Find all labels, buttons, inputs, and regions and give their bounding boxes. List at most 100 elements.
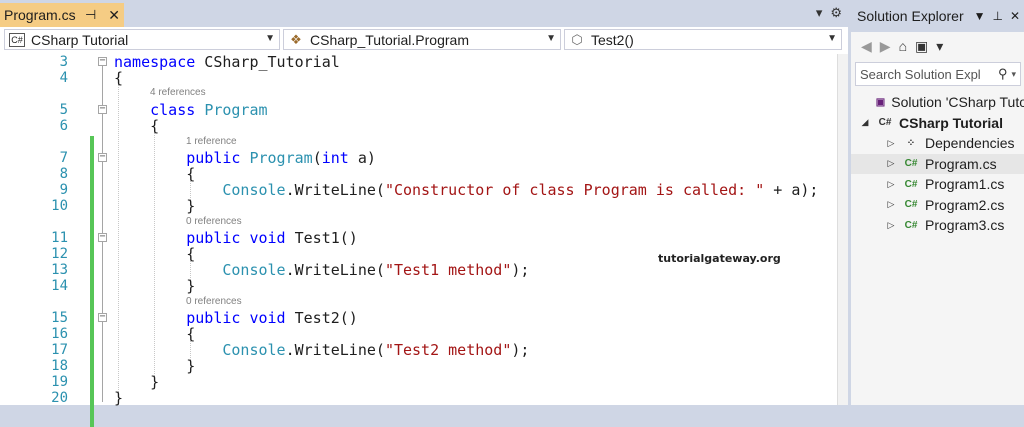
line-number: 13 bbox=[51, 262, 68, 278]
home-icon[interactable]: ⌂ bbox=[899, 38, 907, 54]
member-dropdown[interactable]: ⬡ Test2() ▼ bbox=[564, 29, 842, 50]
expand-toggle-icon[interactable]: ◢ bbox=[859, 117, 871, 128]
expand-toggle-icon[interactable]: ▷ bbox=[885, 199, 897, 210]
fold-toggle-test1[interactable]: − bbox=[98, 232, 107, 242]
tree-item-csharp-tutorial[interactable]: ◢ C# CSharp Tutorial bbox=[851, 113, 1024, 133]
project-dropdown-value: CSharp Tutorial bbox=[31, 31, 129, 48]
switch-views-icon[interactable]: ▣ bbox=[915, 38, 928, 55]
tab-label: Program.cs bbox=[4, 7, 76, 23]
csharp-project-icon: C# bbox=[9, 32, 25, 47]
vertical-scrollbar[interactable] bbox=[837, 54, 848, 405]
codelens-references[interactable]: 0 references bbox=[186, 296, 242, 307]
code-token: } bbox=[114, 277, 196, 295]
tree-item-solution-csharp-tuto[interactable]: ▣ Solution 'CSharp Tuto bbox=[851, 92, 1024, 112]
pin-icon[interactable]: ⊥ bbox=[992, 9, 1002, 23]
fold-toggle-class[interactable]: − bbox=[98, 104, 107, 114]
tree-item-program2-cs[interactable]: ▷ C# Program2.cs bbox=[851, 195, 1024, 215]
fold-toggle-namespace[interactable]: − bbox=[98, 56, 107, 66]
csharp-file-icon: C# bbox=[904, 219, 918, 231]
project-dropdown[interactable]: C# CSharp Tutorial ▼ bbox=[4, 29, 280, 50]
code-token: Test2() bbox=[285, 309, 358, 327]
codelens-references[interactable]: 1 reference bbox=[186, 136, 237, 147]
tree-item-program-cs[interactable]: ▷ C# Program.cs bbox=[851, 153, 1024, 174]
dropdown-arrow-icon[interactable]: ▼ bbox=[974, 9, 986, 23]
code-token: Program bbox=[249, 149, 313, 167]
code-token: { bbox=[114, 117, 160, 135]
csharp-file-icon: C# bbox=[904, 158, 918, 169]
code-area[interactable]: − − − − − 3 4 5 6 7 8 9 10 11 12 13 14 1… bbox=[0, 53, 848, 427]
document-tab-strip: Program.cs ⊣ ✕ ▾ ⚙ bbox=[0, 0, 848, 27]
back-icon[interactable]: ◀ bbox=[861, 38, 872, 55]
code-line: { bbox=[114, 117, 159, 135]
line-number: 18 bbox=[51, 358, 68, 374]
code-token: "Constructor of class Program is called:… bbox=[384, 181, 765, 199]
chevron-down-icon: ▼ bbox=[827, 33, 837, 44]
code-line: namespace CSharp_Tutorial bbox=[114, 53, 340, 71]
line-number: 4 bbox=[59, 70, 68, 86]
solution-search-input[interactable]: Search Solution Expl ⚲ ▾ bbox=[855, 62, 1021, 86]
line-number: 7 bbox=[59, 150, 68, 166]
tab-list-dropdown-icon[interactable]: ▾ bbox=[816, 5, 823, 21]
codelens-references[interactable]: 0 references bbox=[186, 216, 242, 227]
close-icon[interactable]: ✕ bbox=[108, 7, 120, 24]
tree-item-program1-cs[interactable]: ▷ C# Program1.cs bbox=[851, 174, 1024, 194]
code-token: ); bbox=[511, 261, 530, 279]
tree-item-label: Solution 'CSharp Tuto bbox=[891, 94, 1024, 110]
fold-toggle-constructor[interactable]: − bbox=[98, 152, 107, 162]
code-token: "Test1 method" bbox=[384, 261, 512, 279]
code-token: } bbox=[114, 197, 196, 215]
settings-gear-icon[interactable]: ⚙ bbox=[830, 5, 842, 21]
chevron-down-icon: ▼ bbox=[265, 33, 275, 44]
line-number: 11 bbox=[51, 230, 68, 246]
navigation-bar: C# CSharp Tutorial ▼ ❖ CSharp_Tutorial.P… bbox=[0, 27, 848, 55]
chevron-down-icon[interactable]: ▾ bbox=[1011, 69, 1016, 80]
watermark: tutorialgateway.org bbox=[658, 252, 781, 265]
class-dropdown[interactable]: ❖ CSharp_Tutorial.Program ▼ bbox=[283, 29, 561, 50]
code-token: Console bbox=[222, 261, 286, 279]
solution-icon: ▣ bbox=[875, 96, 886, 108]
line-number: 15 bbox=[51, 310, 68, 326]
expand-toggle-icon[interactable]: ▷ bbox=[885, 158, 897, 169]
line-number: 14 bbox=[51, 278, 68, 294]
code-token: + a); bbox=[764, 181, 819, 199]
code-token: ); bbox=[511, 341, 530, 359]
expand-toggle-icon[interactable]: ▷ bbox=[885, 220, 897, 231]
tree-item-dependencies[interactable]: ▷ ⁘ Dependencies bbox=[851, 133, 1024, 153]
code-token: "Test2 method" bbox=[384, 341, 512, 359]
tree-item-label: Program.cs bbox=[925, 155, 997, 172]
codelens-references[interactable]: 4 references bbox=[150, 87, 206, 98]
method-icon: ⬡ bbox=[571, 31, 583, 47]
search-icon[interactable]: ⚲ bbox=[998, 66, 1008, 82]
line-number: 6 bbox=[59, 118, 68, 134]
forward-icon[interactable]: ▶ bbox=[880, 38, 891, 55]
code-line: } bbox=[114, 277, 195, 295]
line-number: 3 bbox=[59, 54, 68, 70]
code-line: { bbox=[114, 69, 123, 87]
expand-toggle-icon[interactable]: ▷ bbox=[885, 138, 897, 149]
tree-item-program3-cs[interactable]: ▷ C# Program3.cs bbox=[851, 215, 1024, 235]
line-number: 16 bbox=[51, 326, 68, 342]
tab-program-cs[interactable]: Program.cs ⊣ ✕ bbox=[0, 3, 124, 27]
line-number: 8 bbox=[59, 166, 68, 182]
chevron-down-icon[interactable]: ▾ bbox=[936, 38, 943, 55]
code-line: } bbox=[114, 197, 195, 215]
pin-icon[interactable]: ⊣ bbox=[85, 7, 96, 23]
line-number: 12 bbox=[51, 246, 68, 262]
line-number: 9 bbox=[59, 182, 68, 198]
code-token: ( bbox=[312, 149, 322, 167]
close-icon[interactable]: ✕ bbox=[1010, 9, 1020, 23]
solution-explorer-toolbar: ◀ ▶ ⌂ ▣ ▾ bbox=[851, 32, 1024, 60]
tab-strip-actions: ▾ ⚙ bbox=[816, 5, 842, 21]
code-line: } bbox=[114, 389, 123, 407]
line-number: 17 bbox=[51, 342, 68, 358]
tree-item-label: Program1.cs bbox=[925, 176, 1005, 192]
line-number: 19 bbox=[51, 374, 68, 390]
class-icon: ❖ bbox=[290, 31, 302, 47]
code-token: .WriteLine( bbox=[285, 181, 385, 199]
code-line: Console.WriteLine("Constructor of class … bbox=[114, 181, 818, 199]
expand-toggle-icon[interactable]: ▷ bbox=[885, 179, 897, 190]
fold-toggle-test2[interactable]: − bbox=[98, 312, 107, 322]
code-token: Test1() bbox=[285, 229, 358, 247]
csharp-project-icon: C# bbox=[878, 117, 892, 128]
search-placeholder: Search Solution Expl bbox=[860, 66, 981, 82]
